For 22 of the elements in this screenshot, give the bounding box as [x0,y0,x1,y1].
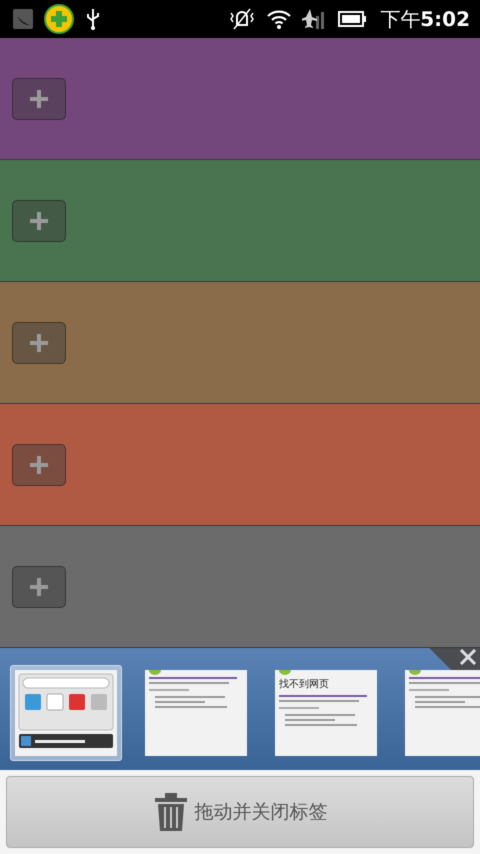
close-icon[interactable] [460,649,476,665]
app-icon [12,8,34,30]
plus-icon [29,210,49,230]
battery-icon [338,10,368,28]
plus-icon [29,454,49,474]
plus-icon [29,332,49,352]
page-title: 找不到网页 [279,678,329,691]
wifi-icon [266,8,292,30]
tab-thumbnail[interactable] [10,665,122,761]
plus-icon [29,576,49,596]
add-tab-button[interactable] [12,444,66,486]
add-tab-button[interactable] [12,566,66,608]
add-tab-button[interactable] [12,78,66,120]
plus-icon [29,88,49,108]
plus-shield-icon [44,4,74,34]
drag-to-close-button[interactable]: 拖动并关闭标签 [6,776,474,848]
vibrate-mute-icon [228,7,256,31]
trash-icon [152,792,188,832]
add-tab-button[interactable] [12,200,66,242]
clock: 下午5:02 [380,6,470,32]
usb-icon [84,7,102,31]
add-tab-button[interactable] [12,322,66,364]
